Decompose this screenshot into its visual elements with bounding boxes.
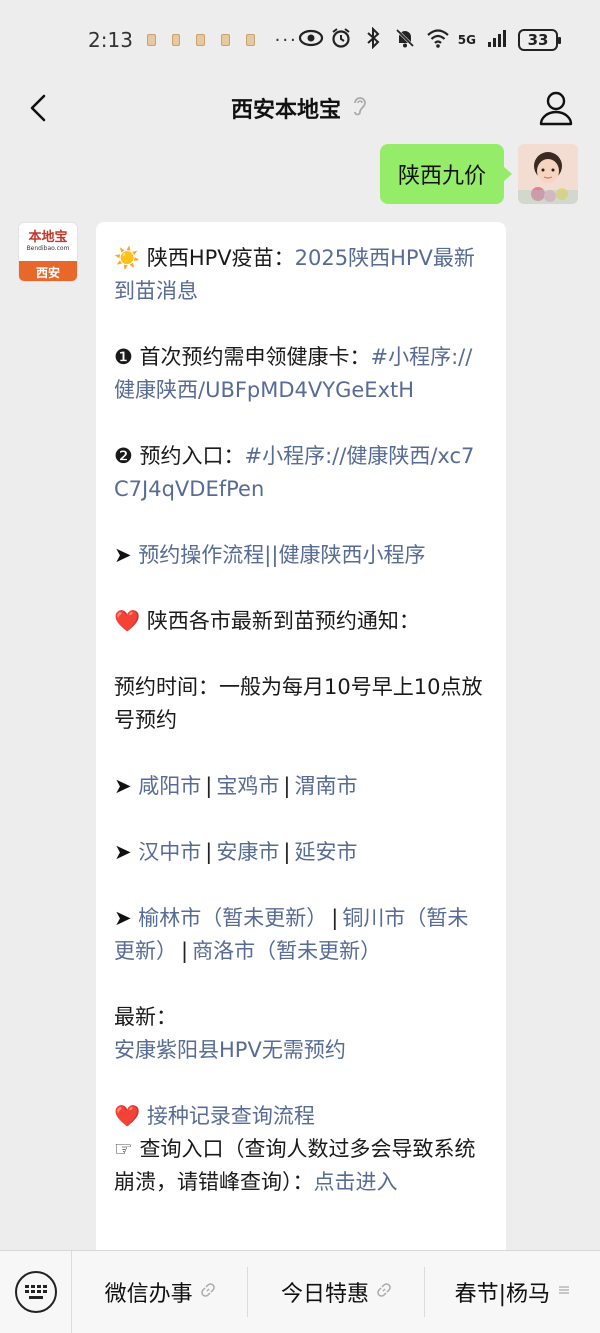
separator: | [283,840,291,864]
notification-icon [171,34,181,46]
menu-item-label: 春节|杨马 [454,1282,551,1307]
step-1-label: ❶ 首次预约需申领健康卡： [114,345,371,369]
logo-city: 西安 [19,261,77,281]
heart-icon: ❤️ [114,1104,141,1128]
logo-domain: Bendibao.com [26,245,70,252]
click-enter-link[interactable]: 点击进入 [314,1170,398,1194]
arrow-icon: ➤ [114,774,132,798]
record-query-link[interactable]: 接种记录查询流程 [147,1104,315,1128]
menu-item-daily-deals[interactable]: 今日特惠 [248,1267,425,1317]
wifi-icon [426,28,449,53]
city-row-3: ➤ 榆林市（暂未更新） | 铜川市（暂未更新） | 商洛市（暂未更新） [114,902,488,968]
menu-item-wechat-services[interactable]: 微信办事 [72,1267,249,1317]
bluetooth-icon [362,26,384,54]
outgoing-message: 陕西九价 [379,144,578,204]
step-2: ❷ 预约入口：#小程序://健康陕西/xc7C7J4qVDEfPen [114,440,488,506]
city-row-1: ➤ 咸阳市 | 宝鸡市 | 渭南市 [114,770,488,803]
menu-item-spring-festival[interactable]: 春节|杨马 [425,1267,600,1317]
submenu-icon [558,1284,570,1300]
back-arrow-icon [30,94,46,122]
reply-title: ☀️ 陕西HPV疫苗：2025陕西HPV最新到苗消息 [114,242,488,308]
latest-label: 最新： [114,1005,177,1029]
separator: | [181,939,189,963]
title-prefix: ☀️ 陕西HPV疫苗： [114,246,295,270]
keyboard-toggle-button[interactable] [0,1250,72,1333]
city-link-shangluo[interactable]: 商洛市（暂未更新） [192,939,381,963]
link-icon [200,1283,215,1301]
status-bar: 2:13 ··· 5G 33 [0,0,600,80]
city-row-2: ➤ 汉中市 | 安康市 | 延安市 [114,836,488,869]
record-query: ❤️ 接种记录查询流程 [114,1100,488,1133]
user-avatar[interactable] [518,144,578,204]
reply-bubble: ☀️ 陕西HPV疫苗：2025陕西HPV最新到苗消息 ❶ 首次预约需申领健康卡：… [96,222,506,1262]
notification-icon [146,34,156,46]
back-button[interactable] [22,90,58,126]
step-2-label: ❷ 预约入口： [114,444,245,468]
profile-button[interactable] [536,88,576,128]
ankang-ziyang-link[interactable]: 安康紫阳县HPV无需预约 [114,1034,488,1067]
booking-flow: ➤ 预约操作流程||健康陕西小程序 [114,539,488,572]
status-time: 2:13 [88,28,133,52]
alarm-icon [330,27,352,54]
child-photo-icon [518,144,578,204]
query-entry-text: 查询入口（查询人数过多会导致系统崩溃，请错峰查询）： [114,1137,476,1194]
notice-heading: ❤️ 陕西各市最新到苗预约通知： [114,605,488,638]
bendibao-logo: 本地宝 Bendibao.com [19,223,77,261]
outgoing-text: 陕西九价 [397,164,486,189]
city-link-yanan[interactable]: 延安市 [294,840,357,864]
notification-icon [196,34,206,46]
notice-heading-text: 陕西各市最新到苗预约通知： [146,609,420,633]
notification-icon [221,34,230,46]
person-icon [539,91,573,126]
city-link-hanzhong[interactable]: 汉中市 [138,840,201,864]
city-link-xianyang[interactable]: 咸阳市 [138,774,201,798]
menu-item-label: 今日特惠 [280,1282,369,1307]
separator: | [205,840,213,864]
city-link-weinan[interactable]: 渭南市 [294,774,357,798]
separator: | [283,774,291,798]
signal-icon [486,28,508,53]
booking-time: 预约时间：一般为每月10号早上10点放号预约 [114,675,483,732]
latest-section: 最新： 安康紫阳县HPV无需预约 [114,1001,488,1067]
step-1: ❶ 首次预约需申领健康卡：#小程序://健康陕西/UBFpMD4VYGeExtH [114,341,488,407]
network-type: 5G [457,33,476,47]
arrow-icon: ➤ [114,906,132,930]
notification-icon [245,34,255,46]
chat-header: 西安本地宝 [0,80,600,136]
battery-indicator: 33 [518,29,561,51]
separator: | [205,774,213,798]
chat-title: 西安本地宝 [231,92,369,124]
arrow-icon: ➤ [114,840,132,864]
chat-title-text: 西安本地宝 [230,98,341,123]
official-account-avatar[interactable]: 本地宝 Bendibao.com 西安 [18,222,78,282]
city-link-yulin[interactable]: 榆林市（暂未更新） [138,906,327,930]
city-link-baoji[interactable]: 宝鸡市 [216,774,279,798]
menu-item-label: 微信办事 [104,1282,193,1307]
link-icon [377,1283,391,1301]
arrow-icon: ➤ [114,543,132,567]
heart-icon: ❤️ [114,609,141,633]
status-more: ··· [274,29,298,51]
official-account-menu: 微信办事 今日特惠 春节|杨马 [0,1250,600,1333]
separator: | [331,906,339,930]
keyboard-icon [14,1271,57,1313]
eye-icon [298,28,323,52]
booking-flow-link[interactable]: 预约操作流程||健康陕西小程序 [138,543,425,567]
ear-icon [351,95,369,122]
pointing-hand-icon: ☞ [114,1137,133,1161]
logo-text: 本地宝 [28,230,68,245]
query-entry: ☞ 查询入口（查询人数过多会导致系统崩溃，请错峰查询）：点击进入 [114,1133,488,1199]
outgoing-bubble[interactable]: 陕西九价 [379,144,513,204]
mute-bell-icon [394,27,416,54]
city-link-ankang[interactable]: 安康市 [216,840,279,864]
